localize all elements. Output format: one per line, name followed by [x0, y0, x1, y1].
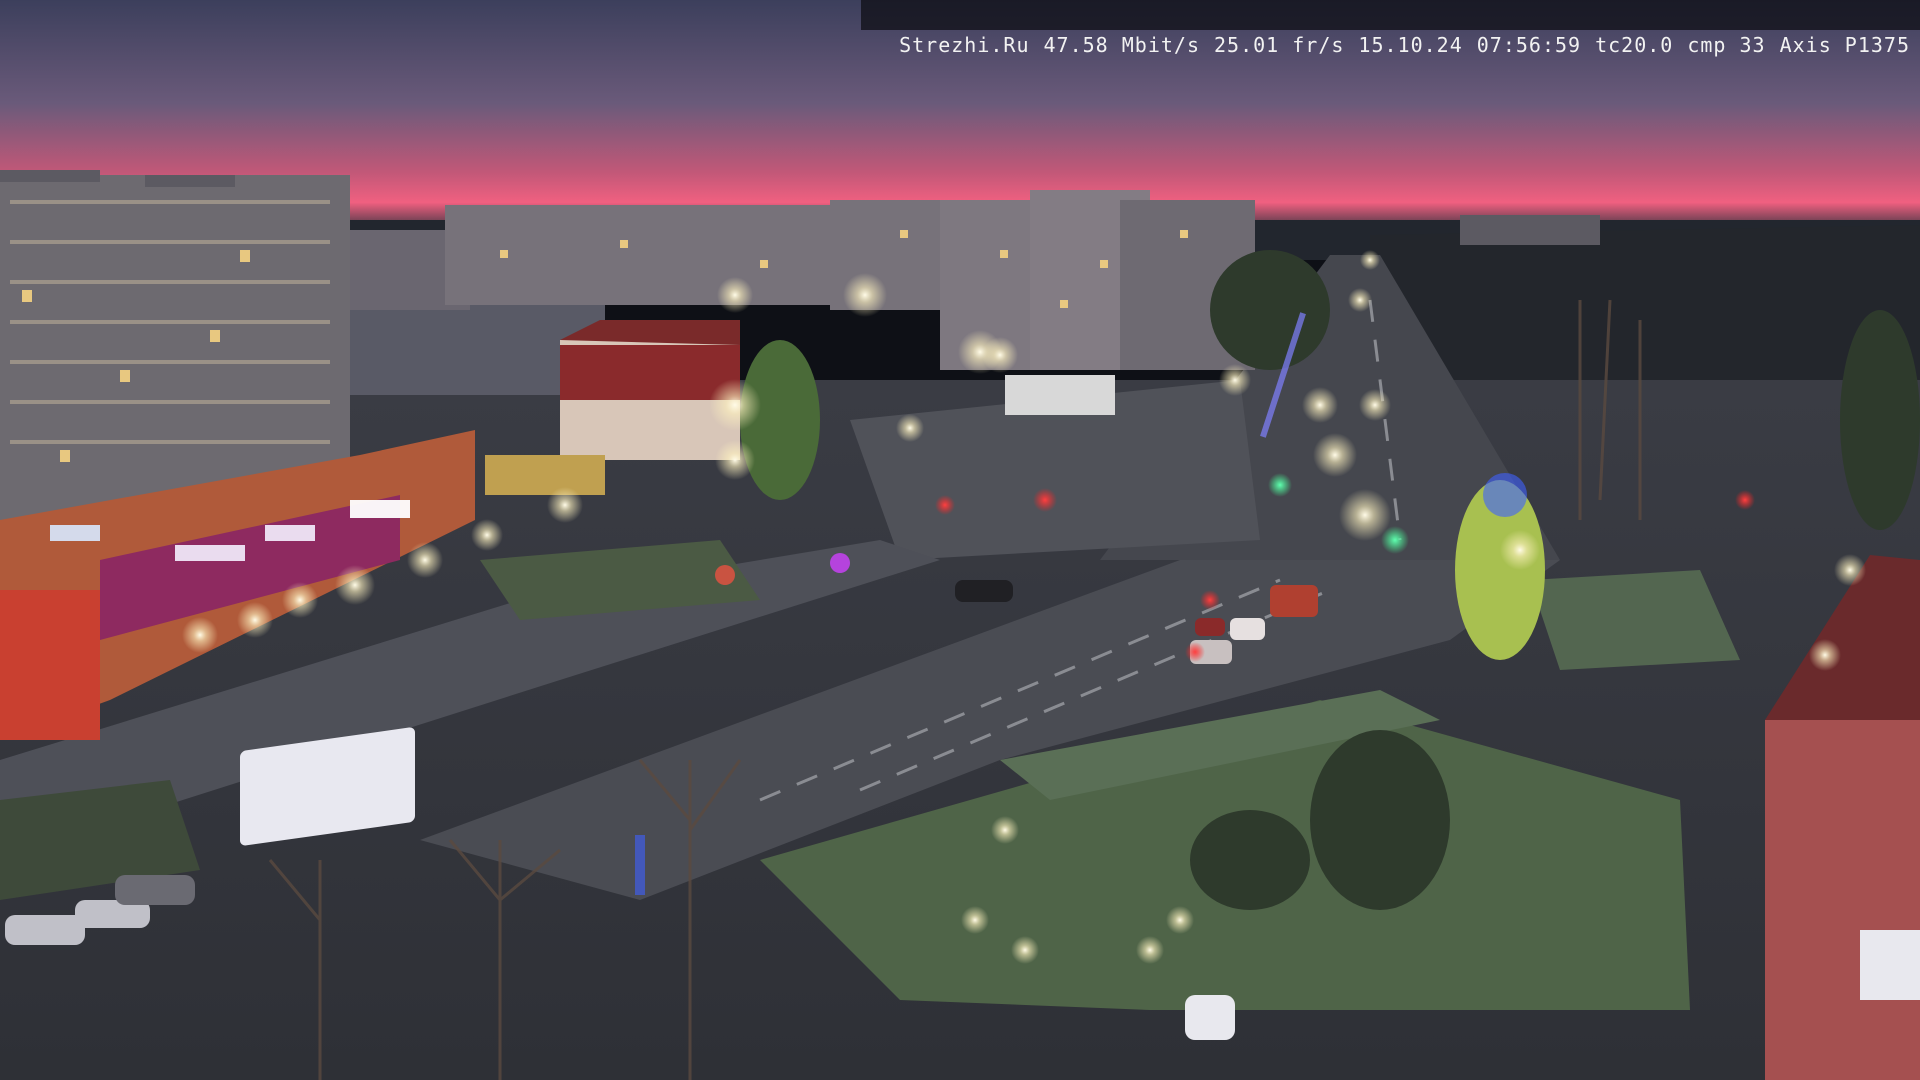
osd-date: 15.10.24	[1358, 33, 1463, 57]
osd-cmp: cmp 33	[1687, 33, 1766, 57]
osd-tc: tc20.0	[1595, 33, 1674, 57]
osd-time: 07:56:59	[1476, 33, 1582, 57]
white-pavilion	[1005, 375, 1115, 415]
osd-framerate: 25.01 fr/s	[1214, 33, 1345, 57]
street-scene	[0, 0, 1920, 1080]
yellow-kiosk	[485, 455, 605, 495]
webcam-frame	[0, 0, 1920, 1080]
distant-block-far-right	[1460, 215, 1600, 245]
osd-bitrate: 47.58 Mbit/s	[1043, 33, 1200, 57]
osd-camera: Axis P1375	[1779, 33, 1910, 57]
osd-site: Strezhi.Ru	[899, 33, 1030, 57]
camera-osd-overlay: Strezhi.Ru 47.58 Mbit/s 25.01 fr/s 15.10.24…	[860, 0, 1920, 57]
red-roof-building	[560, 320, 740, 460]
